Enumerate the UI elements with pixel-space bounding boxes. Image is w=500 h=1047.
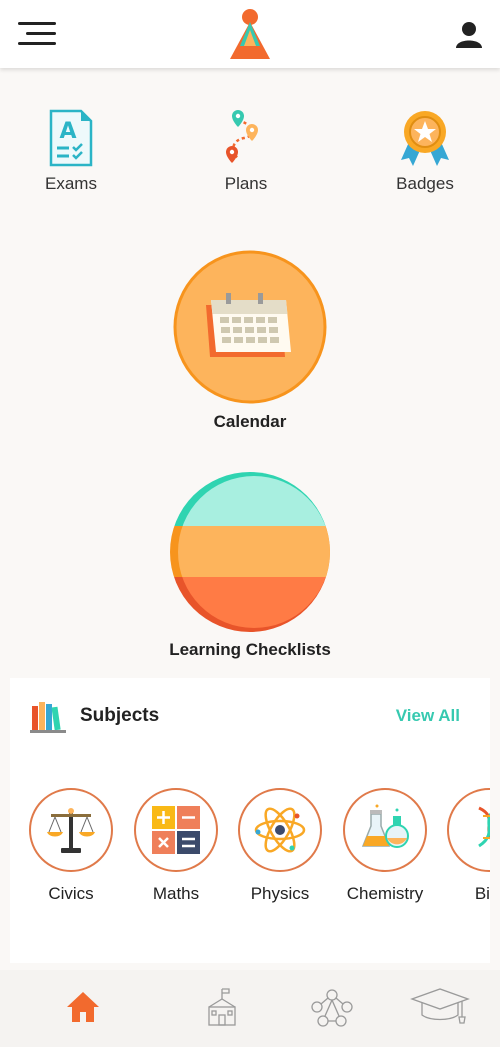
subject-icon-circle bbox=[29, 788, 113, 872]
quick-link-exams[interactable]: A Exams bbox=[1, 108, 141, 194]
subject-label: Maths bbox=[152, 884, 200, 903]
network-icon bbox=[311, 989, 353, 1027]
user-icon[interactable] bbox=[454, 20, 484, 50]
badge-ribbon-icon bbox=[401, 111, 449, 166]
nav-school[interactable] bbox=[192, 982, 252, 1032]
learning-checklists-button[interactable]: Learning Checklists bbox=[150, 472, 350, 660]
striped-circle-icon bbox=[170, 472, 330, 632]
home-icon bbox=[67, 992, 99, 1022]
subject-icon-circle bbox=[134, 788, 218, 872]
school-icon bbox=[208, 988, 236, 1026]
flask-icon bbox=[361, 804, 409, 848]
quick-link-label: Plans bbox=[224, 174, 268, 193]
route-pins-icon bbox=[226, 110, 258, 163]
atom-icon bbox=[254, 807, 306, 853]
subject-maths[interactable]: Maths bbox=[126, 788, 226, 904]
subject-icon-circle bbox=[238, 788, 322, 872]
subjects-card: Subjects View All Civics Maths Physics C… bbox=[10, 678, 490, 963]
nav-network[interactable] bbox=[302, 982, 362, 1032]
scales-icon bbox=[47, 808, 95, 853]
calendar-label: Calendar bbox=[213, 412, 287, 431]
exam-paper-icon: A bbox=[49, 109, 93, 167]
dna-icon bbox=[478, 806, 490, 848]
quick-link-plans[interactable]: Plans bbox=[176, 108, 316, 194]
bottom-nav-bar bbox=[0, 970, 500, 1047]
books-icon bbox=[30, 702, 66, 733]
graduation-cap-icon bbox=[410, 988, 470, 1024]
pyramid-logo-icon bbox=[230, 9, 270, 59]
subject-chemistry[interactable]: Chemistry bbox=[335, 788, 435, 904]
view-all-link[interactable]: View All bbox=[396, 706, 460, 726]
quick-link-label: Badges bbox=[396, 174, 454, 193]
top-app-bar bbox=[0, 0, 500, 68]
subject-biology[interactable]: Biol bbox=[439, 788, 490, 904]
quick-link-badges[interactable]: Badges bbox=[355, 108, 495, 194]
subject-civics[interactable]: Civics bbox=[21, 788, 121, 904]
hamburger-icon-line bbox=[26, 32, 56, 35]
quick-link-label: Exams bbox=[45, 174, 97, 193]
menu-button[interactable] bbox=[18, 20, 58, 50]
nav-home[interactable] bbox=[53, 982, 113, 1032]
nav-courses[interactable] bbox=[410, 982, 470, 1032]
subject-label: Physics bbox=[250, 884, 310, 903]
subject-label: Civics bbox=[48, 884, 94, 903]
subject-icon-circle bbox=[447, 788, 490, 872]
subject-physics[interactable]: Physics bbox=[230, 788, 330, 904]
subject-label: Biol bbox=[474, 884, 490, 903]
subject-icon-circle bbox=[343, 788, 427, 872]
subjects-title: Subjects bbox=[80, 705, 160, 726]
calculator-icon bbox=[152, 806, 200, 854]
hamburger-icon bbox=[18, 22, 56, 25]
calendar-button[interactable]: Calendar bbox=[150, 250, 350, 432]
svg-text:A: A bbox=[59, 119, 76, 144]
subject-label: Chemistry bbox=[346, 884, 424, 903]
calendar-icon bbox=[173, 250, 327, 404]
learning-checklists-label: Learning Checklists bbox=[169, 640, 331, 659]
hamburger-icon-line bbox=[18, 42, 56, 45]
